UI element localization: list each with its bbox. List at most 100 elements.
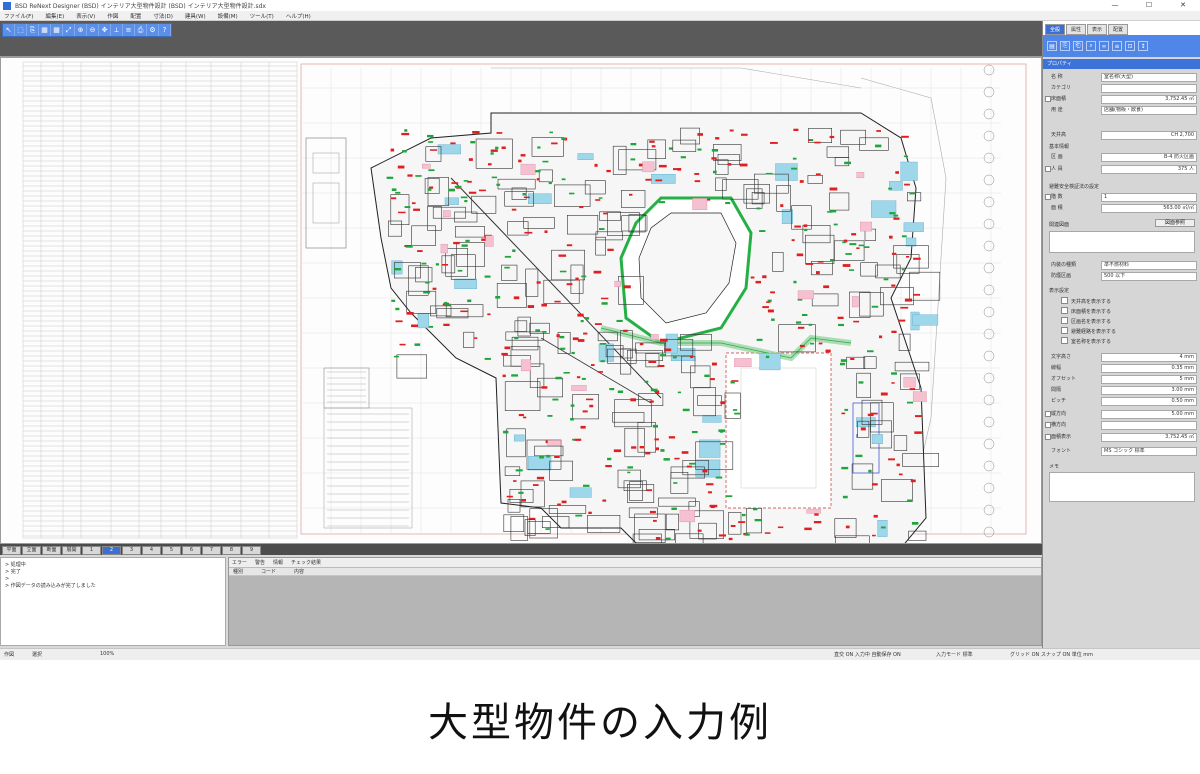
font-select[interactable]: MS ゴシック 標準 bbox=[1101, 447, 1197, 456]
paste-icon[interactable]: ⎗ bbox=[1073, 41, 1083, 51]
zoom-in-icon[interactable]: ⊕ bbox=[75, 24, 87, 36]
sheet-tab[interactable]: 立面 bbox=[22, 546, 41, 555]
sheet-tab[interactable]: 7 bbox=[202, 546, 221, 555]
log-line: > bbox=[5, 576, 10, 582]
compartment-field[interactable]: B-4 防火区画 bbox=[1101, 153, 1197, 162]
smoke-select[interactable]: 500 以下 bbox=[1101, 272, 1197, 281]
sheet-tab[interactable]: 2 bbox=[102, 546, 121, 555]
sheet-tab[interactable]: 5 bbox=[162, 546, 181, 555]
text-height-field[interactable]: 4 mm bbox=[1101, 353, 1197, 362]
sheet-tab[interactable]: 1 bbox=[82, 546, 101, 555]
pitch-field[interactable]: 0.50 mm bbox=[1101, 397, 1197, 406]
lock-icon[interactable]: ⊡ bbox=[1125, 41, 1135, 51]
menu-draw[interactable]: 作図 bbox=[107, 12, 118, 20]
floor-area-field[interactable]: 563.00 ㎡/㎡ bbox=[1101, 204, 1197, 213]
print-icon[interactable]: ⎙ bbox=[135, 24, 147, 36]
sheet-tab[interactable]: 4 bbox=[142, 546, 161, 555]
menu-fitting[interactable]: 建具(W) bbox=[185, 12, 206, 20]
sort-icon[interactable]: ↕ bbox=[1138, 41, 1148, 51]
name-field[interactable]: 室名称(大型) bbox=[1101, 73, 1197, 82]
column-code[interactable]: コード bbox=[261, 568, 276, 575]
grid-icon[interactable]: ▦ bbox=[39, 24, 51, 36]
property-label: フォント bbox=[1051, 448, 1072, 454]
tab-warnings[interactable]: 警告 bbox=[255, 559, 265, 566]
tab-general[interactable]: 全般 bbox=[1045, 24, 1066, 35]
pan-icon[interactable]: ✥ bbox=[99, 24, 111, 36]
option-area[interactable]: 床面積を表示する bbox=[1061, 307, 1111, 315]
memo-area[interactable] bbox=[1049, 472, 1195, 502]
minimize-button[interactable]: — bbox=[1098, 0, 1132, 11]
column-type[interactable]: 種別 bbox=[233, 568, 243, 575]
property-row-smoke: 防煙区画 500 以下 bbox=[1047, 272, 1197, 281]
menu-dimension[interactable]: 寸法(D) bbox=[153, 12, 173, 20]
close-button[interactable]: ✕ bbox=[1166, 0, 1200, 11]
sheet-tab[interactable]: 平面 bbox=[2, 546, 21, 555]
sheet-tab[interactable]: 9 bbox=[242, 546, 261, 555]
line-width-field[interactable]: 0.35 mm bbox=[1101, 364, 1197, 373]
option-ceiling[interactable]: 天井高を表示する bbox=[1061, 297, 1111, 305]
menu-equipment[interactable]: 設備(M) bbox=[218, 12, 238, 20]
zoom-fit-icon[interactable]: ⤢ bbox=[63, 24, 75, 36]
tab-info[interactable]: 情報 bbox=[273, 559, 283, 566]
property-row-area: 床面積 3,752.45 ㎡ bbox=[1045, 95, 1197, 104]
floors-field[interactable]: 1 bbox=[1101, 193, 1197, 202]
horizontal-field[interactable] bbox=[1101, 421, 1197, 430]
maximize-button[interactable]: ☐ bbox=[1132, 0, 1166, 11]
layer-icon[interactable]: ≡ bbox=[123, 24, 135, 36]
reference-drawing-button[interactable]: 図面参照 bbox=[1155, 219, 1195, 227]
zoom-out-icon[interactable]: ⊖ bbox=[87, 24, 99, 36]
menu-view[interactable]: 表示(V) bbox=[76, 12, 95, 20]
property-label: 床面積 bbox=[1051, 96, 1067, 102]
tab-attributes[interactable]: 属性 bbox=[1066, 24, 1087, 35]
option-compartment[interactable]: 区画名を表示する bbox=[1061, 317, 1111, 325]
spacing-field[interactable]: 3.00 mm bbox=[1101, 386, 1197, 395]
sheet-tab[interactable]: 3 bbox=[122, 546, 141, 555]
column-content[interactable]: 内容 bbox=[294, 568, 304, 575]
menu-edit[interactable]: 編集(E) bbox=[45, 12, 64, 20]
menu-place[interactable]: 配置 bbox=[130, 12, 141, 20]
settings-icon[interactable]: ⚙ bbox=[147, 24, 159, 36]
copy-icon[interactable]: ⎘ bbox=[1060, 41, 1070, 51]
filter-icon[interactable]: ⌕ bbox=[1086, 41, 1096, 51]
category-field[interactable] bbox=[1101, 84, 1197, 93]
help-icon[interactable]: ? bbox=[159, 24, 171, 36]
property-label: 用 途 bbox=[1051, 107, 1063, 113]
link-icon[interactable]: ∞ bbox=[1099, 41, 1109, 51]
dim-row: 間隔 3.00 mm bbox=[1047, 386, 1197, 395]
use-select[interactable]: 店舗(物販・飲食) bbox=[1101, 106, 1197, 115]
finish-select[interactable]: 準不燃材料 bbox=[1101, 261, 1197, 270]
log-line: > 処理中 bbox=[5, 562, 26, 568]
grid-icon[interactable]: ▦ bbox=[51, 24, 63, 36]
property-row-occupants: 人 員 375 人 bbox=[1045, 165, 1197, 174]
tab-display[interactable]: 表示 bbox=[1087, 24, 1108, 35]
list-icon[interactable]: ≡ bbox=[1112, 41, 1122, 51]
sheet-tab[interactable]: 展開 bbox=[62, 546, 81, 555]
properties-icon[interactable]: ▤ bbox=[1047, 41, 1057, 51]
drawing-list-area[interactable] bbox=[1049, 231, 1195, 253]
option-evacuation[interactable]: 避難経路を表示する bbox=[1061, 327, 1116, 335]
area-field[interactable]: 3,752.45 ㎡ bbox=[1101, 95, 1197, 104]
drawing-canvas[interactable]: Ⅱ bbox=[0, 57, 1042, 544]
copy-icon[interactable]: ⎘ bbox=[27, 24, 39, 36]
offset-field[interactable]: 5 mm bbox=[1101, 375, 1197, 384]
sheet-tab[interactable]: 6 bbox=[182, 546, 201, 555]
sheet-tab[interactable]: 8 bbox=[222, 546, 241, 555]
occupants-field[interactable]: 375 人 bbox=[1101, 165, 1197, 174]
sheet-tab[interactable]: 断面 bbox=[42, 546, 61, 555]
tab-placement[interactable]: 配置 bbox=[1108, 24, 1129, 35]
tab-errors[interactable]: エラー bbox=[232, 559, 247, 566]
status-snap[interactable]: グリッド ON スナップ ON 単位 mm bbox=[1010, 651, 1093, 658]
pointer-icon[interactable]: ↖ bbox=[3, 24, 15, 36]
vertical-field[interactable]: 5.00 mm bbox=[1101, 410, 1197, 419]
menu-help[interactable]: ヘルプ(H) bbox=[286, 12, 311, 20]
select-icon[interactable]: ⬚ bbox=[15, 24, 27, 36]
area-display-field[interactable]: 3,752.45 ㎡ bbox=[1101, 433, 1197, 442]
menu-file[interactable]: ファイル(F) bbox=[4, 12, 33, 20]
option-room-name[interactable]: 室名称を表示する bbox=[1061, 337, 1111, 345]
ceiling-height-field[interactable]: CH 2,700 bbox=[1101, 131, 1197, 140]
property-label: 防煙区画 bbox=[1051, 273, 1072, 279]
measure-icon[interactable]: ⟂ bbox=[111, 24, 123, 36]
menu-tools[interactable]: ツール(T) bbox=[250, 12, 274, 20]
status-selection: 選択 bbox=[32, 652, 43, 658]
tab-check-results[interactable]: チェック結果 bbox=[291, 559, 321, 566]
